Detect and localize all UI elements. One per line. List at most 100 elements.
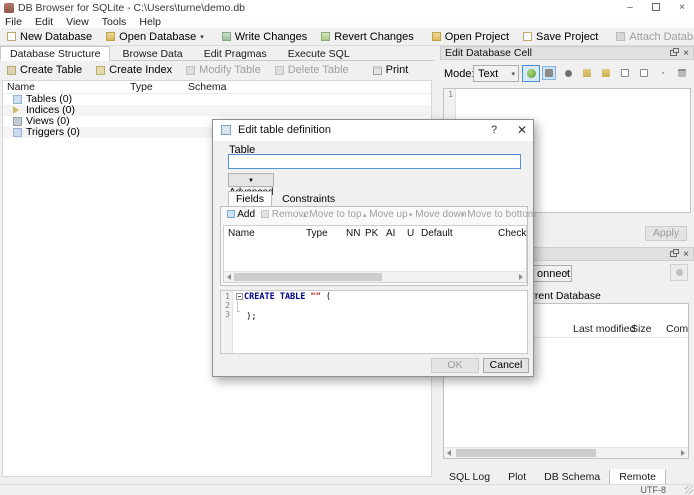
col-nn[interactable]: NN: [346, 228, 360, 239]
fold-collapse-icon[interactable]: [236, 293, 243, 300]
open-database-button[interactable]: Open Database ▾: [99, 29, 211, 45]
tab-sql-log[interactable]: SQL Log: [440, 470, 499, 485]
fullscreen-button[interactable]: [637, 66, 651, 80]
remote-column-size[interactable]: Size: [631, 323, 651, 335]
remote-hscrollbar[interactable]: [444, 447, 688, 458]
revert-changes-button[interactable]: Revert Changes: [314, 29, 421, 45]
menu-help[interactable]: Help: [134, 16, 166, 28]
scroll-thumb[interactable]: [234, 273, 382, 281]
remove-field-button: Remove: [261, 209, 309, 220]
table-name-input[interactable]: [228, 154, 521, 169]
edit-cell-float-icon[interactable]: [670, 48, 679, 56]
new-database-button[interactable]: New Database: [0, 29, 99, 45]
col-pk[interactable]: PK: [365, 228, 378, 239]
advanced-button[interactable]: ▼ Advanced: [228, 173, 274, 198]
close-button[interactable]: ×: [672, 0, 692, 15]
print-button[interactable]: Print: [366, 62, 416, 78]
print-cell-button[interactable]: [675, 66, 689, 80]
maximize-button[interactable]: [646, 0, 666, 15]
col-u[interactable]: U: [407, 228, 414, 239]
col-check[interactable]: Check: [498, 228, 526, 239]
scroll-right-icon[interactable]: [519, 274, 523, 280]
create-table-button[interactable]: Create Table: [0, 62, 89, 78]
revert-changes-icon: [321, 32, 331, 41]
mode-select[interactable]: Text ▾: [473, 65, 519, 82]
tab-browse-data[interactable]: Browse Data: [114, 47, 192, 61]
tree-column-schema[interactable]: Schema: [188, 81, 227, 93]
move-up-button: ▴ Move up: [363, 209, 408, 220]
title-bar: DB Browser for SQLite - C:\Users\turne\d…: [0, 0, 694, 16]
open-database-icon: [106, 32, 116, 41]
set-null-button[interactable]: [561, 66, 575, 80]
fields-hscrollbar[interactable]: [224, 271, 526, 282]
add-field-button[interactable]: Add: [227, 209, 255, 220]
remote-column-commit[interactable]: Commit: [666, 323, 688, 335]
tab-fields[interactable]: Fields: [228, 191, 273, 206]
menu-tools[interactable]: Tools: [97, 16, 132, 28]
scroll-left-icon[interactable]: [227, 274, 231, 280]
save-as-button[interactable]: [618, 66, 632, 80]
remote-column-last-modified[interactable]: Last modified: [573, 323, 635, 335]
scroll-thumb[interactable]: [456, 449, 596, 457]
print-icon: [372, 65, 382, 75]
fields-grid: Name Type NN PK AI U Default Check: [223, 225, 527, 283]
edit-cell-dock-title: Edit Database Cell: [445, 47, 532, 59]
set-null-icon: [564, 69, 572, 77]
print-cell-icon: [678, 69, 686, 77]
resize-grip[interactable]: [685, 486, 693, 494]
edit-cell-close-icon[interactable]: ×: [683, 48, 689, 60]
import-button[interactable]: [580, 66, 594, 80]
status-bar: UTF-8: [0, 484, 694, 495]
dialog-icon: [221, 125, 231, 135]
text-format-button[interactable]: [542, 66, 556, 80]
scroll-left-icon[interactable]: [447, 450, 451, 456]
export-icon: [602, 69, 610, 77]
tab-db-schema[interactable]: DB Schema: [535, 470, 609, 485]
dialog-close-button[interactable]: ✕: [513, 120, 531, 141]
write-changes-button[interactable]: Write Changes: [215, 29, 315, 45]
sql-gutter: 1 2 3: [221, 291, 233, 353]
dialog-tab-bar: Fields Constraints: [228, 191, 342, 206]
tree-column-name[interactable]: Name: [7, 81, 35, 93]
save-project-button[interactable]: Save Project: [516, 29, 605, 45]
col-name[interactable]: Name: [228, 228, 255, 239]
tab-execute-sql[interactable]: Execute SQL: [279, 47, 359, 61]
scroll-right-icon[interactable]: [681, 450, 685, 456]
auto-mode-icon: [526, 69, 536, 78]
move-down-icon: ▾: [409, 212, 413, 219]
create-table-icon: [7, 65, 16, 75]
open-database-dropdown-icon[interactable]: ▾: [200, 33, 204, 41]
export-button[interactable]: [599, 66, 613, 80]
tab-constraints[interactable]: Constraints: [275, 192, 342, 206]
col-type[interactable]: Type: [306, 228, 328, 239]
tree-column-type[interactable]: Type: [130, 81, 153, 93]
tab-plot[interactable]: Plot: [499, 470, 535, 485]
move-top-button: ▴ Move to top: [303, 209, 362, 220]
open-project-button[interactable]: Open Project: [425, 29, 516, 45]
maximize-icon: [652, 3, 660, 11]
menu-file[interactable]: File: [0, 16, 27, 28]
create-index-icon: [96, 65, 106, 75]
move-bottom-button: ▾ Move to bottom: [461, 209, 537, 220]
edit-table-dialog: Edit table definition ? ✕ Table ▼ Advanc…: [212, 119, 537, 377]
auto-mode-toggle-button[interactable]: [522, 65, 540, 82]
menu-edit[interactable]: Edit: [30, 16, 58, 28]
create-index-button[interactable]: Create Index: [89, 62, 179, 78]
tab-database-structure[interactable]: Database Structure: [0, 46, 111, 61]
remote-close-icon[interactable]: ×: [683, 249, 689, 261]
cancel-button[interactable]: Cancel: [483, 358, 529, 373]
move-up-icon: ▴: [363, 212, 367, 219]
menu-view[interactable]: View: [61, 16, 94, 28]
encoding-indicator[interactable]: UTF-8: [641, 485, 667, 495]
col-ai[interactable]: AI: [386, 228, 395, 239]
remote-float-icon[interactable]: [670, 249, 679, 257]
attach-database-icon: [616, 32, 626, 41]
tab-edit-pragmas[interactable]: Edit Pragmas: [195, 47, 276, 61]
col-default[interactable]: Default: [421, 228, 453, 239]
minimize-button[interactable]: –: [620, 0, 640, 15]
delete-table-button: Delete Table: [268, 62, 356, 78]
indices-icon: [13, 106, 19, 114]
dialog-title-bar: Edit table definition ? ✕: [213, 120, 533, 141]
dialog-help-button[interactable]: ?: [485, 120, 503, 141]
edit-cell-dock-header: Edit Database Cell ×: [440, 46, 694, 60]
